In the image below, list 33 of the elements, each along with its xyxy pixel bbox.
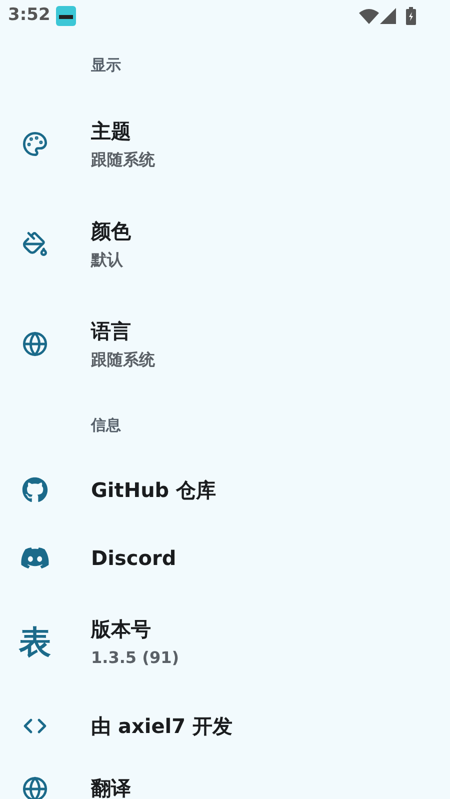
section-header: 显示 — [91, 54, 121, 76]
item-subtitle: 跟随系统 — [91, 150, 155, 170]
settings-item[interactable]: GitHub 仓库 — [0, 456, 450, 524]
settings-item[interactable]: 语言 跟随系统 — [0, 294, 450, 394]
settings-item[interactable]: 由 axiel7 开发 — [0, 692, 450, 760]
section-header: 信息 — [91, 414, 121, 436]
status-time: 3:52 — [8, 4, 50, 28]
character-icon: 表 — [19, 626, 51, 658]
item-title: 翻译 — [91, 776, 131, 799]
item-title: Discord — [91, 546, 176, 570]
battery-icon — [406, 7, 416, 25]
settings-item[interactable]: Discord — [0, 524, 450, 592]
item-title: 颜色 — [91, 218, 131, 244]
globe-icon — [22, 331, 48, 357]
settings-item[interactable]: 翻译 — [0, 760, 450, 799]
settings-item[interactable]: 颜色 默认 — [0, 194, 450, 294]
item-title: 主题 — [91, 118, 132, 144]
palette-icon — [22, 131, 48, 157]
github-icon — [22, 477, 48, 503]
settings-item[interactable]: 表 版本号 1.3.5 (91) — [0, 592, 450, 692]
item-subtitle: 默认 — [91, 250, 124, 270]
item-title: GitHub 仓库 — [91, 478, 216, 502]
globe-icon — [22, 776, 48, 799]
app-notification-icon — [56, 6, 76, 26]
item-title: 语言 — [91, 318, 132, 344]
paint-bucket-icon — [22, 231, 48, 257]
item-title: 由 axiel7 开发 — [91, 714, 233, 738]
item-subtitle: 跟随系统 — [91, 350, 155, 370]
item-title: 版本号 — [91, 616, 152, 642]
wifi-icon — [359, 8, 379, 24]
settings-item[interactable]: 主题 跟随系统 — [0, 94, 450, 194]
item-subtitle: 1.3.5 (91) — [91, 648, 180, 668]
signal-icon — [380, 8, 396, 24]
